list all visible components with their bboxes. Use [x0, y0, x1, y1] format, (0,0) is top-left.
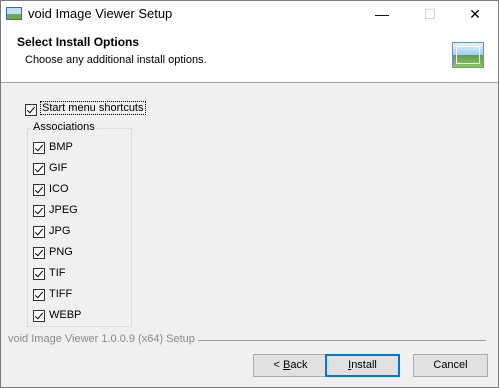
back-button-label: ack: [290, 359, 308, 371]
page-subtitle: Choose any additional install options.: [25, 54, 207, 66]
back-button-prefix: <: [273, 359, 283, 371]
app-image-icon: [6, 7, 22, 20]
minimize-button[interactable]: —: [359, 1, 405, 29]
association-label[interactable]: TIF: [49, 267, 66, 279]
association-label[interactable]: TIFF: [49, 288, 72, 300]
checkbox-checked-icon[interactable]: [33, 289, 45, 301]
checkbox-checked-icon[interactable]: [33, 226, 45, 238]
window-title: void Image Viewer Setup: [28, 6, 173, 21]
checkbox-checked-icon[interactable]: [33, 142, 45, 154]
association-label[interactable]: WEBP: [49, 309, 81, 321]
association-label[interactable]: ICO: [49, 183, 69, 195]
association-label[interactable]: PNG: [49, 246, 73, 258]
landscape-image-icon: [452, 42, 484, 68]
installer-brand-text: void Image Viewer 1.0.0.9 (x64) Setup: [8, 333, 195, 345]
install-button-label: nstall: [351, 359, 377, 371]
association-label[interactable]: JPG: [49, 225, 70, 237]
association-label[interactable]: BMP: [49, 141, 73, 153]
title-bar[interactable]: void Image Viewer Setup — ☐ ✕: [1, 1, 498, 29]
start-menu-shortcuts-label[interactable]: Start menu shortcuts: [40, 101, 146, 115]
install-button[interactable]: Install: [325, 354, 400, 377]
page-title: Select Install Options: [17, 35, 140, 49]
minimize-icon: —: [375, 6, 389, 22]
association-label[interactable]: JPEG: [49, 204, 78, 216]
maximize-button: ☐: [407, 1, 453, 29]
checkbox-checked-icon[interactable]: [33, 268, 45, 280]
checkbox-checked-icon[interactable]: [33, 163, 45, 175]
footer-divider: [198, 340, 486, 341]
page-header: Select Install Options Choose any additi…: [1, 29, 498, 83]
cancel-button[interactable]: Cancel: [413, 354, 488, 377]
maximize-icon: ☐: [423, 6, 437, 22]
association-label[interactable]: GIF: [49, 162, 67, 174]
checkbox-checked-icon[interactable]: [33, 205, 45, 217]
setup-window: void Image Viewer Setup — ☐ ✕ Select Ins…: [0, 0, 499, 388]
checkbox-checked-icon[interactable]: [25, 104, 37, 116]
close-icon: ✕: [469, 6, 481, 22]
back-button[interactable]: < Back: [253, 354, 328, 377]
close-button[interactable]: ✕: [452, 1, 498, 29]
checkbox-checked-icon[interactable]: [33, 184, 45, 196]
checkbox-checked-icon[interactable]: [33, 310, 45, 322]
associations-group-title: Associations: [31, 121, 97, 133]
checkbox-checked-icon[interactable]: [33, 247, 45, 259]
